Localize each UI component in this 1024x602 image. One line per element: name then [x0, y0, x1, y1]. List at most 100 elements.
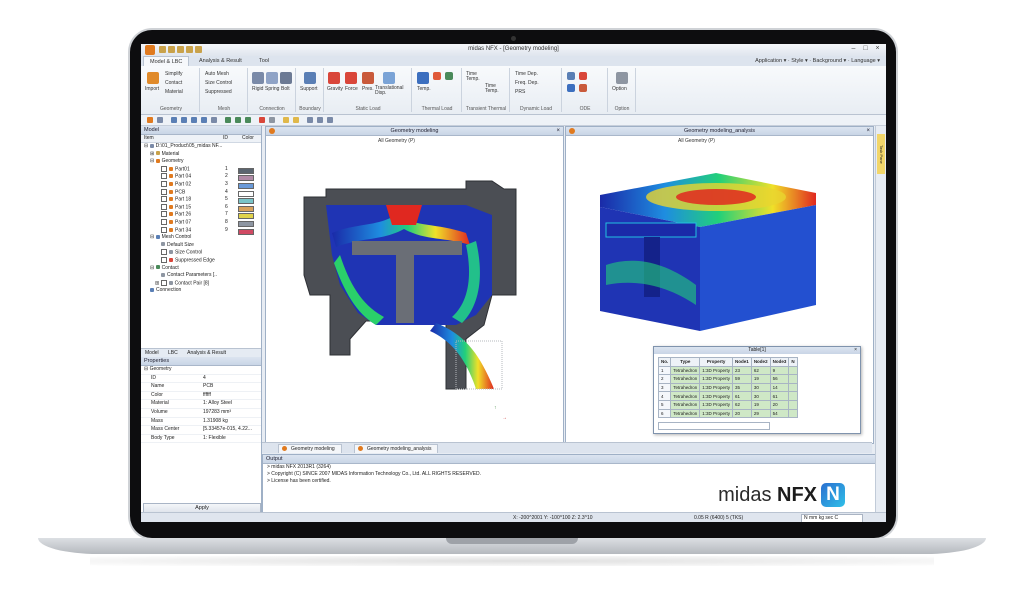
display-icon[interactable]: [307, 117, 313, 123]
tree-part[interactable]: Part01 1: [141, 165, 261, 174]
tree-material[interactable]: ⊞ Material: [141, 151, 261, 159]
support-icon[interactable]: [304, 72, 316, 84]
units-dropdown[interactable]: N mm kg sec C: [801, 514, 863, 522]
show-icon[interactable]: [327, 117, 333, 123]
tree-geometry[interactable]: ⊟ Geometry: [141, 158, 261, 166]
zoom-icon[interactable]: [171, 117, 177, 123]
part-visibility-checkbox[interactable]: [161, 196, 167, 203]
minimize-icon[interactable]: –: [849, 45, 858, 53]
bolt-icon[interactable]: [280, 72, 292, 84]
part-visibility-checkbox[interactable]: [161, 218, 167, 225]
menu-background[interactable]: Background: [813, 58, 842, 64]
table-header-cell[interactable]: Node2: [750, 357, 771, 367]
table-row[interactable]: 3 Tetrahedron 1:3D Property 35 30 14: [657, 382, 798, 393]
part-visibility-checkbox[interactable]: [161, 188, 167, 195]
table-header-cell[interactable]: No.: [657, 357, 672, 367]
tree-default-size[interactable]: Default Size: [141, 242, 261, 250]
table-row[interactable]: 5 Tetrahedron 1:3D Property 62 19 20: [657, 399, 798, 410]
panel-tab-lbc[interactable]: LBC: [164, 350, 182, 356]
material-button[interactable]: Material: [165, 89, 183, 95]
option-icon[interactable]: [616, 72, 628, 84]
property-row[interactable]: ID 4: [141, 375, 261, 384]
pan-icon[interactable]: [191, 117, 197, 123]
part-visibility-checkbox[interactable]: [161, 180, 167, 187]
wireframe-icon[interactable]: [269, 117, 275, 123]
hide-icon[interactable]: [317, 117, 323, 123]
tree-part[interactable]: Part 26 7: [141, 211, 261, 220]
table-header-cell[interactable]: Node3: [769, 357, 790, 367]
fit-icon[interactable]: [211, 117, 217, 123]
property-row[interactable]: Body Type 1: Flexible: [141, 435, 261, 444]
auto-mesh-button[interactable]: Auto Mesh: [205, 71, 229, 77]
panel-tab-model[interactable]: Model: [141, 350, 163, 356]
doc-tab-geometry-modeling[interactable]: Geometry modeling: [278, 444, 342, 453]
menu-language[interactable]: Language: [851, 58, 875, 64]
table-row[interactable]: 1 Tetrahedron 1:3D Property 23 62 9: [657, 365, 798, 376]
tree-part[interactable]: PCB 4: [141, 188, 261, 197]
time-dep-button[interactable]: Time Dep.: [515, 71, 538, 77]
tree-part[interactable]: Part 07 8: [141, 218, 261, 227]
import-icon[interactable]: [147, 72, 159, 84]
table-close-icon[interactable]: ×: [854, 347, 857, 354]
filter-icon[interactable]: [157, 117, 163, 123]
doc-tab-geometry-modeling-analysis[interactable]: Geometry modeling_analysis: [354, 444, 439, 453]
view-top-icon[interactable]: [235, 117, 241, 123]
viewport2-close-icon[interactable]: ×: [866, 127, 870, 135]
tree-part[interactable]: Part 02 3: [141, 180, 261, 189]
render-icon[interactable]: [259, 117, 265, 123]
maximize-icon[interactable]: □: [861, 45, 870, 53]
rigid-icon[interactable]: [252, 72, 264, 84]
tree-part[interactable]: Part 18 5: [141, 196, 261, 205]
tree-connection[interactable]: Connection: [141, 287, 261, 295]
property-row[interactable]: Volume 197283 mm³: [141, 409, 261, 418]
part-visibility-checkbox[interactable]: [161, 211, 167, 218]
tree-size-control[interactable]: Size Control: [141, 249, 261, 257]
tab-analysis-result[interactable]: Analysis & Result: [193, 56, 248, 66]
menu-style[interactable]: Style: [791, 58, 803, 64]
part-visibility-checkbox[interactable]: [161, 203, 167, 210]
tree-part[interactable]: Part 15 6: [141, 203, 261, 212]
prs-button[interactable]: PRS: [515, 89, 525, 95]
viewport-close-icon[interactable]: ×: [556, 127, 560, 135]
view-front-icon[interactable]: [225, 117, 231, 123]
table-header-cell[interactable]: Type: [670, 357, 701, 367]
contact-pair-checkbox[interactable]: [160, 279, 167, 286]
part-visibility-checkbox[interactable]: [161, 226, 167, 233]
section-icon[interactable]: [293, 117, 299, 123]
table-header-cell[interactable]: Node1: [732, 357, 752, 367]
part-visibility-checkbox[interactable]: [161, 173, 167, 180]
ode-icon-2[interactable]: [579, 72, 587, 80]
ode-icon-3[interactable]: [567, 84, 575, 92]
table-header-cell[interactable]: Property: [699, 357, 734, 367]
tree-root[interactable]: ⊟ D:\01_Product\05_midas NF...: [141, 143, 261, 151]
tree-part[interactable]: Part 04 2: [141, 173, 261, 182]
tree-contact-parameters[interactable]: Contact Parameters [..: [141, 272, 261, 280]
gravity-icon[interactable]: [328, 72, 340, 84]
measure-icon[interactable]: [283, 117, 289, 123]
size-control-button[interactable]: Size Control: [205, 80, 232, 86]
ode-icon-1[interactable]: [567, 72, 575, 80]
table-window[interactable]: Table[1] × No. Type Property Node1 Node2 Node…: [653, 346, 861, 434]
tree-contact-pair[interactable]: ⊞ Contact Pair [8]: [141, 279, 261, 288]
table-scrollbar[interactable]: [658, 422, 770, 430]
viewport-geometry-modeling[interactable]: Geometry modeling × All Geometry (P) ↑ →: [265, 126, 564, 444]
pressure-icon[interactable]: [362, 72, 374, 84]
suppressed-edge-checkbox[interactable]: [161, 256, 167, 263]
tree-suppressed-edge[interactable]: Suppressed Edge: [141, 256, 261, 265]
contact-button[interactable]: Contact: [165, 80, 182, 86]
tab-tool[interactable]: Tool: [253, 56, 275, 66]
zoom-window-icon[interactable]: [181, 117, 187, 123]
property-row[interactable]: Material 1: Alloy Steel: [141, 400, 261, 409]
time-temp-button-2[interactable]: Time Temp.: [485, 84, 507, 94]
table-header-cell[interactable]: N: [788, 357, 798, 367]
force-icon[interactable]: [345, 72, 357, 84]
simplify-button[interactable]: Simplify: [165, 71, 183, 77]
property-row[interactable]: Mass 1.31908 kg: [141, 418, 261, 427]
freq-dep-button[interactable]: Freq. Dep.: [515, 80, 539, 86]
ode-icon-4[interactable]: [579, 84, 587, 92]
close-icon[interactable]: ×: [873, 45, 882, 53]
property-row[interactable]: Name PCB: [141, 383, 261, 392]
time-temp-button-1[interactable]: Time Temp.: [466, 72, 486, 82]
table-row[interactable]: 4 Tetrahedron 1:3D Property 61 30 61: [657, 391, 798, 401]
table-row[interactable]: 2 Tetrahedron 1:3D Property 59 19 56: [657, 374, 798, 384]
